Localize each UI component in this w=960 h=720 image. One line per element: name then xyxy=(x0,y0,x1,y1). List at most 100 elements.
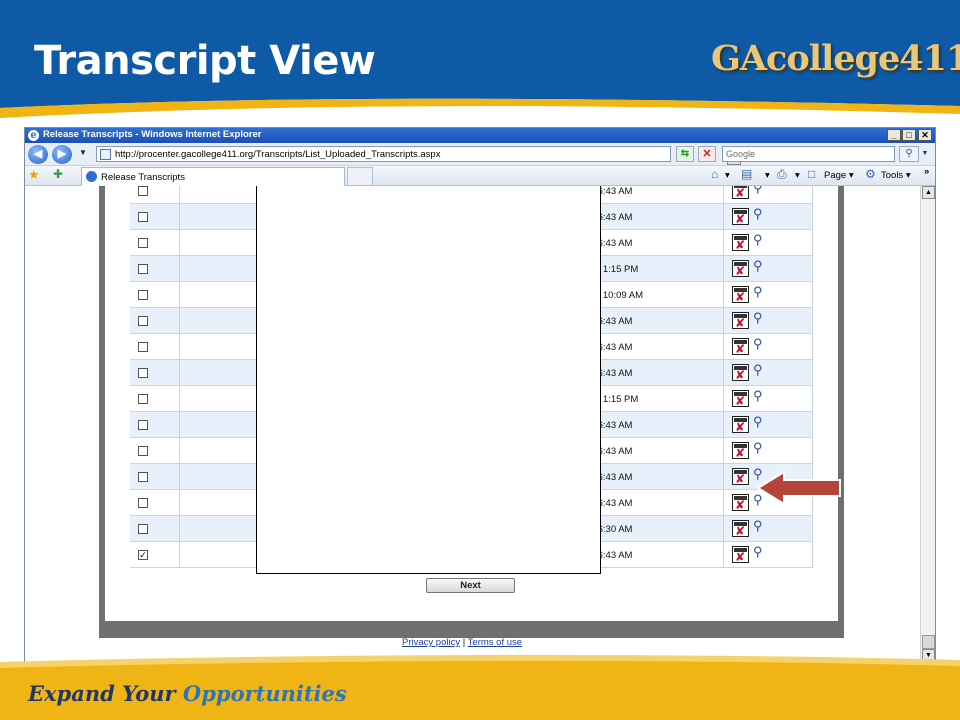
pdf-icon[interactable]: ✘ xyxy=(732,520,749,538)
select-cell xyxy=(130,412,180,438)
search-icon[interactable]: ⚲ xyxy=(899,146,919,162)
print-icon[interactable]: ⎙ xyxy=(777,167,787,182)
tab-label: Release Transcripts xyxy=(101,172,185,183)
back-button[interactable]: ◀ xyxy=(28,145,48,164)
magnifier-icon[interactable]: ⚲ xyxy=(753,388,763,404)
maximize-button[interactable]: □ xyxy=(902,129,916,141)
pdf-icon[interactable]: ✘ xyxy=(732,312,749,330)
forward-button[interactable]: ▶ xyxy=(52,145,72,164)
actions-cell: ✘ ⚲ xyxy=(724,230,813,256)
pdf-icon[interactable]: ✘ xyxy=(732,208,749,226)
row-checkbox[interactable] xyxy=(138,368,148,378)
brand-logo: GAcollege411 xyxy=(711,38,960,79)
print-dropdown-icon[interactable]: ▾ xyxy=(795,170,800,181)
home-dropdown-icon[interactable]: ▾ xyxy=(725,170,730,181)
magnifier-icon[interactable]: ⚲ xyxy=(753,440,763,456)
feeds-dropdown-icon[interactable]: ▾ xyxy=(765,170,770,181)
tab-bar: ★ ✚ Release Transcripts ⌂ ▾ ▤ ▾ ⎙ ▾ □ Pa… xyxy=(25,166,935,186)
chevron-more-icon[interactable]: » xyxy=(924,166,929,177)
actions-cell: ✘ ⚲ xyxy=(724,186,813,204)
pdf-icon[interactable]: ✘ xyxy=(732,390,749,408)
select-cell: ✓ xyxy=(130,542,180,568)
magnifier-icon[interactable]: ⚲ xyxy=(753,310,763,326)
tagline-accent: Opportunities xyxy=(182,681,347,706)
pdf-icon-glyph: ✘ xyxy=(735,446,746,460)
magnifier-icon[interactable]: ⚲ xyxy=(753,186,763,196)
row-checkbox[interactable] xyxy=(138,186,148,196)
pdf-icon[interactable]: ✘ xyxy=(732,186,749,200)
select-cell xyxy=(130,204,180,230)
pdf-icon[interactable]: ✘ xyxy=(732,364,749,382)
favorites-star-icon[interactable]: ★ xyxy=(28,167,40,183)
privacy-policy-link[interactable]: Privacy policy xyxy=(402,637,460,648)
feeds-icon[interactable]: ▤ xyxy=(741,167,752,181)
pdf-icon[interactable]: ✘ xyxy=(732,494,749,512)
row-checkbox[interactable] xyxy=(138,264,148,274)
magnifier-icon[interactable]: ⚲ xyxy=(753,206,763,222)
vertical-scrollbar[interactable]: ▲ ▼ xyxy=(920,186,935,662)
pdf-icon[interactable]: ✘ xyxy=(732,416,749,434)
home-icon[interactable]: ⌂ xyxy=(711,167,718,181)
search-input[interactable]: Google xyxy=(722,146,895,162)
pdf-icon-glyph: ✘ xyxy=(735,186,746,200)
history-dropdown-icon[interactable]: ▼ xyxy=(79,148,87,157)
magnifier-icon[interactable]: ⚲ xyxy=(753,232,763,248)
magnifier-icon[interactable]: ⚲ xyxy=(753,336,763,352)
row-checkbox[interactable] xyxy=(138,472,148,482)
pdf-icon[interactable]: ✘ xyxy=(732,468,749,486)
page-menu[interactable]: Page ▾ xyxy=(824,170,854,181)
refresh-button[interactable]: ⇆ xyxy=(676,146,694,162)
actions-cell: ✘ ⚲ xyxy=(724,204,813,230)
next-button[interactable]: Next xyxy=(426,578,515,593)
actions-cell: ✘ ⚲ xyxy=(724,360,813,386)
window-titlebar: e Release Transcripts - Windows Internet… xyxy=(25,128,935,143)
url-field[interactable]: http://procenter.gacollege411.org/Transc… xyxy=(96,146,741,165)
row-checkbox[interactable] xyxy=(138,238,148,248)
magnifier-icon[interactable]: ⚲ xyxy=(753,518,763,534)
tools-menu[interactable]: Tools ▾ xyxy=(881,170,911,181)
terms-of-use-link[interactable]: Terms of use xyxy=(468,637,522,648)
scroll-up-icon[interactable]: ▲ xyxy=(922,186,935,199)
magnifier-icon[interactable]: ⚲ xyxy=(753,258,763,274)
select-cell xyxy=(130,490,180,516)
browser-window: e Release Transcripts - Windows Internet… xyxy=(24,127,936,663)
row-checkbox[interactable] xyxy=(138,498,148,508)
close-button[interactable]: ✕ xyxy=(918,129,932,141)
row-checkbox[interactable] xyxy=(138,316,148,326)
search-dropdown-icon[interactable]: ▼ xyxy=(920,146,930,162)
page-content: 6/8/2009 6:43 AM✘⚲6/8/2009 6:43 AM✘⚲6/8/… xyxy=(25,186,920,662)
row-checkbox[interactable] xyxy=(138,420,148,430)
row-checkbox[interactable] xyxy=(138,524,148,534)
tagline-prefix: Expand Your xyxy=(28,681,183,706)
pdf-icon[interactable]: ✘ xyxy=(732,234,749,252)
stop-button[interactable]: ✕ xyxy=(698,146,716,162)
pdf-icon[interactable]: ✘ xyxy=(732,338,749,356)
row-checkbox[interactable] xyxy=(138,290,148,300)
magnifier-icon[interactable]: ⚲ xyxy=(753,362,763,378)
pdf-icon-glyph: ✘ xyxy=(735,472,746,486)
minimize-button[interactable]: _ xyxy=(887,129,901,141)
slide-title: Transcript View xyxy=(34,38,376,84)
actions-cell: ✘ ⚲ xyxy=(724,516,813,542)
row-checkbox[interactable]: ✓ xyxy=(138,550,148,560)
row-checkbox[interactable] xyxy=(138,342,148,352)
select-cell xyxy=(130,386,180,412)
magnifier-icon[interactable]: ⚲ xyxy=(753,544,763,560)
footer-links: Privacy policy | Terms of use xyxy=(402,637,522,648)
tab-release-transcripts[interactable]: Release Transcripts xyxy=(81,167,345,186)
select-cell xyxy=(130,516,180,542)
pdf-icon[interactable]: ✘ xyxy=(732,442,749,460)
pdf-icon[interactable]: ✘ xyxy=(732,260,749,278)
row-checkbox[interactable] xyxy=(138,394,148,404)
pdf-icon[interactable]: ✘ xyxy=(732,286,749,304)
pdf-icon[interactable]: ✘ xyxy=(732,546,749,564)
magnifier-icon[interactable]: ⚲ xyxy=(753,284,763,300)
magnifier-icon[interactable]: ⚲ xyxy=(753,414,763,430)
actions-cell: ✘ ⚲ xyxy=(724,386,813,412)
pdf-icon-glyph: ✘ xyxy=(735,316,746,330)
row-checkbox[interactable] xyxy=(138,446,148,456)
row-checkbox[interactable] xyxy=(138,212,148,222)
scroll-thumb[interactable] xyxy=(922,635,935,649)
add-favorite-icon[interactable]: ✚ xyxy=(53,167,63,181)
new-tab-button[interactable] xyxy=(347,167,373,186)
